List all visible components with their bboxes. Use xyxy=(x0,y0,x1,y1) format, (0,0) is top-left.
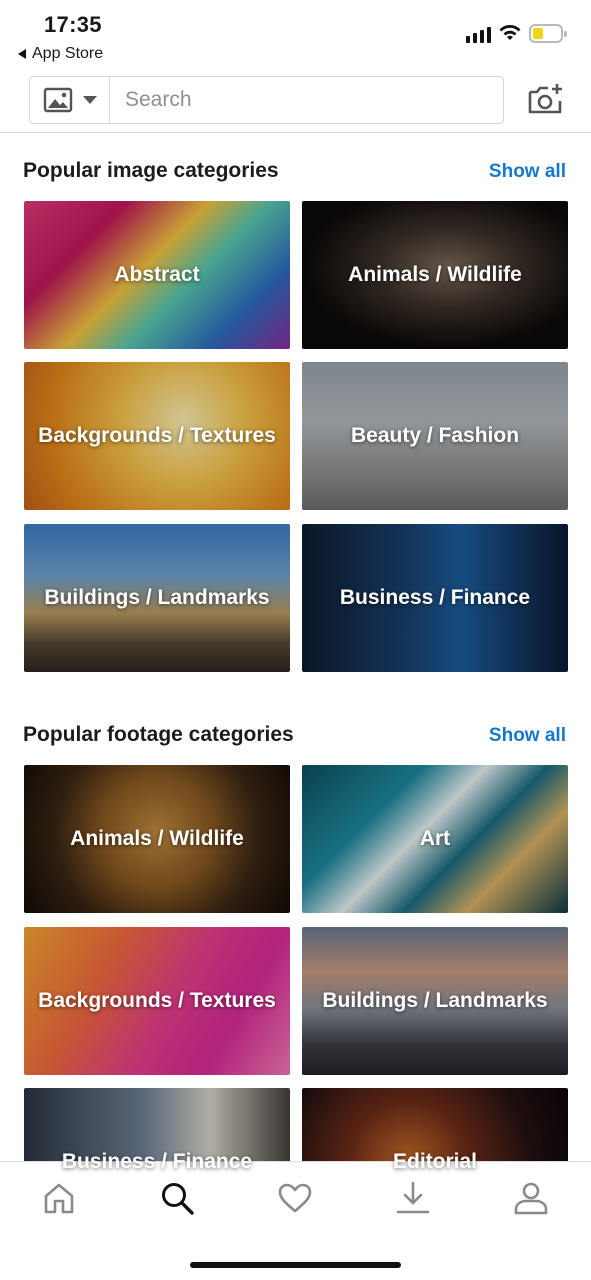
footage-tile-buildings-landmarks[interactable]: Buildings / Landmarks xyxy=(302,927,568,1075)
category-tile-animals-wildlife[interactable]: Animals / Wildlife xyxy=(302,201,568,349)
cellular-signal-icon xyxy=(466,27,491,43)
tile-label: Beauty / Fashion xyxy=(350,424,520,447)
image-show-all-link[interactable]: Show all xyxy=(489,161,566,183)
footage-show-all-link[interactable]: Show all xyxy=(489,725,566,747)
tab-home[interactable] xyxy=(39,1178,79,1218)
header-divider xyxy=(0,132,591,133)
search-input[interactable] xyxy=(110,77,503,123)
tile-label: Buildings / Landmarks xyxy=(322,989,548,1012)
category-tile-backgrounds-textures[interactable]: Backgrounds / Textures xyxy=(24,362,290,510)
image-icon xyxy=(43,87,72,113)
tile-label: Business / Finance xyxy=(339,586,531,609)
tab-profile[interactable] xyxy=(511,1178,551,1218)
tile-label: Editorial xyxy=(392,1150,477,1173)
image-section-title: Popular image categories xyxy=(23,159,279,182)
category-tile-abstract[interactable]: Abstract xyxy=(24,201,290,349)
tile-label: Backgrounds / Textures xyxy=(38,424,276,447)
tile-label: Abstract xyxy=(114,263,200,286)
footage-section-title: Popular footage categories xyxy=(23,723,294,746)
search-bar xyxy=(29,76,504,124)
tile-label: Animals / Wildlife xyxy=(348,263,522,286)
status-time: 17:35 xyxy=(44,12,102,37)
footage-tile-art[interactable]: Art xyxy=(302,765,568,913)
media-type-dropdown[interactable] xyxy=(30,77,110,123)
tile-label: Backgrounds / Textures xyxy=(38,989,276,1012)
battery-icon xyxy=(529,24,567,43)
tile-label: Animals / Wildlife xyxy=(70,827,244,850)
tab-downloads[interactable] xyxy=(393,1178,433,1218)
wifi-icon xyxy=(499,25,521,40)
category-tile-beauty-fashion[interactable]: Beauty / Fashion xyxy=(302,362,568,510)
heart-icon xyxy=(278,1183,312,1213)
search-icon xyxy=(162,1183,194,1215)
download-icon xyxy=(396,1181,430,1214)
back-label: App Store xyxy=(32,45,104,62)
home-icon xyxy=(44,1183,74,1214)
back-arrow-icon xyxy=(18,49,26,59)
profile-icon xyxy=(514,1182,548,1215)
tab-search[interactable] xyxy=(157,1178,197,1218)
tab-favorites[interactable] xyxy=(275,1178,315,1218)
home-indicator xyxy=(190,1262,401,1268)
tile-label: Buildings / Landmarks xyxy=(44,586,270,609)
footage-tile-backgrounds-textures[interactable]: Backgrounds / Textures xyxy=(24,927,290,1075)
category-tile-buildings-landmarks[interactable]: Buildings / Landmarks xyxy=(24,524,290,672)
tile-label: Business / Finance xyxy=(61,1150,253,1173)
footage-tile-animals-wildlife[interactable]: Animals / Wildlife xyxy=(24,765,290,913)
back-to-app-store[interactable]: App Store xyxy=(18,45,103,63)
chevron-down-icon xyxy=(82,96,97,104)
tile-label: Art xyxy=(419,827,451,850)
status-bar: 17:35 App Store xyxy=(0,0,591,70)
category-tile-business-finance[interactable]: Business / Finance xyxy=(302,524,568,672)
camera-plus-icon[interactable] xyxy=(526,82,564,116)
